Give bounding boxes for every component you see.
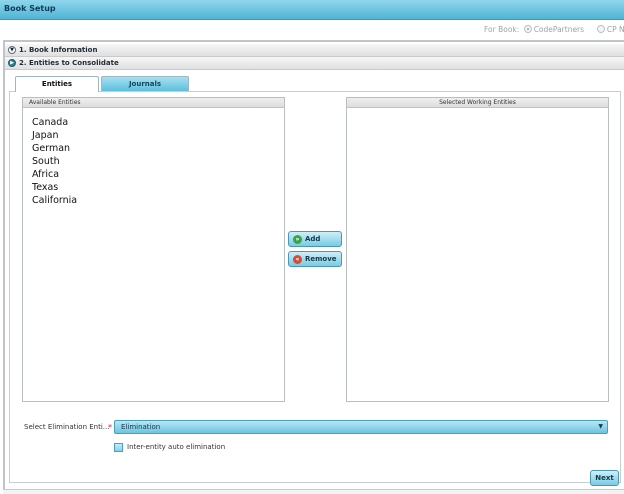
window-title: Book Setup [4, 4, 56, 13]
add-button-label: Add [305, 235, 321, 243]
radio-codepartners-label: CodePartners [533, 25, 585, 34]
section-book-information[interactable]: ▼ 1. Book Information [5, 44, 624, 57]
section-book-information-label: 1. Book Information [19, 46, 98, 54]
available-entities-list[interactable]: Canada Japan German South Africa Texas C… [23, 108, 284, 207]
auto-elimination-checkbox[interactable] [114, 443, 123, 452]
section-entities-to-consolidate-label: 2. Entities to Consolidate [19, 59, 119, 67]
remove-button-label: Remove [305, 255, 337, 263]
footer-divider [3, 489, 624, 494]
list-item[interactable]: German [32, 142, 284, 155]
list-item[interactable]: Africa [32, 168, 284, 181]
list-item[interactable]: Texas [32, 181, 284, 194]
next-button[interactable]: Next [590, 470, 619, 486]
add-button[interactable]: » Add [288, 231, 342, 247]
elimination-entity-value: Elimination [121, 423, 161, 431]
book-selector: For Book: CodePartners CP New [484, 25, 624, 34]
elimination-entity-select[interactable]: Elimination ▼ [114, 420, 608, 434]
list-item[interactable]: California [32, 194, 284, 207]
available-entities-header: Available Entities [23, 98, 284, 108]
book-selector-label: For Book: [484, 25, 520, 34]
tab-entities[interactable]: Entities [15, 76, 99, 92]
available-entities-panel: Available Entities Canada Japan German S… [22, 97, 285, 402]
remove-button[interactable]: « Remove [288, 251, 342, 267]
tab-journals[interactable]: Journals [101, 76, 189, 91]
selected-entities-header: Selected Working Entities [347, 98, 608, 108]
list-item[interactable]: Canada [32, 116, 284, 129]
radio-cp-new[interactable] [596, 25, 605, 33]
plus-circle-icon: » [293, 235, 302, 244]
radio-cp-new-label: CP New [606, 25, 624, 34]
section-entities-to-consolidate[interactable]: ▶ 2. Entities to Consolidate [5, 57, 624, 70]
chevron-down-icon[interactable]: ▼ [8, 46, 16, 54]
elimination-entity-label: Select Elimination Enti... [24, 423, 110, 431]
auto-elimination-label: Inter-entity auto elimination [127, 443, 226, 451]
chevron-right-icon[interactable]: ▶ [8, 59, 16, 67]
list-item[interactable]: South [32, 155, 284, 168]
selected-entities-panel[interactable]: Selected Working Entities [346, 97, 609, 402]
list-item[interactable]: Japan [32, 129, 284, 142]
window-titlebar: Book Setup [0, 0, 624, 20]
required-marker: * [108, 423, 112, 432]
radio-codepartners[interactable] [523, 25, 532, 33]
caret-down-icon[interactable]: ▼ [598, 423, 603, 430]
x-circle-icon: « [293, 255, 302, 264]
